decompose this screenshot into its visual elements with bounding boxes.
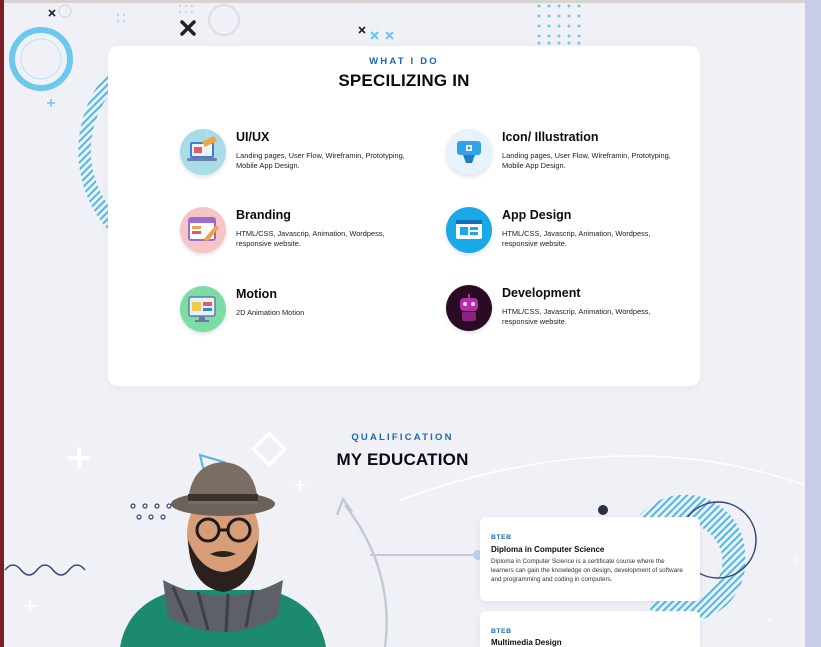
education-institution: BTEB bbox=[491, 628, 512, 635]
education-eyebrow: QUALIFICATION bbox=[351, 432, 454, 443]
app-design-icon bbox=[446, 207, 492, 253]
education-entry[interactable]: BTEB Multimedia Design bbox=[480, 611, 700, 647]
service-description: HTML/CSS, Javascrip, Animation, Wordpess… bbox=[502, 307, 651, 326]
service-app-design[interactable]: App Design HTML/CSS, Javascrip, Animatio… bbox=[446, 207, 686, 259]
service-motion[interactable]: Motion 2D Animation Motion bbox=[180, 286, 420, 338]
icon-illustration-icon bbox=[446, 129, 492, 175]
education-title: Multimedia Design bbox=[491, 638, 562, 647]
motion-monitor-icon bbox=[180, 286, 226, 332]
service-title: Development bbox=[502, 286, 581, 300]
service-title: Icon/ Illustration bbox=[502, 130, 599, 144]
service-title: UI/UX bbox=[236, 130, 270, 144]
service-description: 2D Animation Motion bbox=[236, 308, 305, 317]
service-description: HTML/CSS, Javascrip, Animation, Wordpess… bbox=[236, 229, 385, 248]
education-description: Diploma in Computer Science is a certifi… bbox=[491, 558, 683, 584]
service-description: Landing pages, User Flow, Wireframin, Pr… bbox=[502, 151, 671, 170]
services-eyebrow: WHAT I DO bbox=[369, 56, 439, 67]
profile-photo bbox=[120, 462, 326, 647]
development-robot-icon bbox=[446, 285, 492, 331]
service-branding[interactable]: Branding HTML/CSS, Javascrip, Animation,… bbox=[180, 207, 420, 259]
service-icon-illustration[interactable]: Icon/ Illustration Landing pages, User F… bbox=[446, 129, 686, 181]
service-description: Landing pages, User Flow, Wireframin, Pr… bbox=[236, 151, 405, 170]
services-heading: SPECILIZING IN bbox=[338, 71, 470, 90]
service-description: HTML/CSS, Javascrip, Animation, Wordpess… bbox=[502, 229, 651, 248]
branding-icon bbox=[180, 207, 226, 253]
service-title: Motion bbox=[236, 287, 277, 301]
laptop-design-icon bbox=[180, 129, 226, 175]
service-title: Branding bbox=[236, 208, 291, 222]
service-title: App Design bbox=[502, 208, 572, 222]
education-title: Diploma in Computer Science bbox=[491, 545, 605, 554]
services-card: WHAT I DO SPECILIZING IN UI/UX Landing p… bbox=[108, 46, 700, 386]
education-entry[interactable]: BTEB Diploma in Computer Science Diploma… bbox=[480, 517, 700, 601]
education-institution: BTEB bbox=[491, 534, 512, 541]
service-ui-ux[interactable]: UI/UX Landing pages, User Flow, Wirefram… bbox=[180, 129, 420, 181]
service-development[interactable]: Development HTML/CSS, Javascrip, Animati… bbox=[446, 285, 686, 337]
right-scroll-gutter[interactable] bbox=[805, 0, 821, 647]
